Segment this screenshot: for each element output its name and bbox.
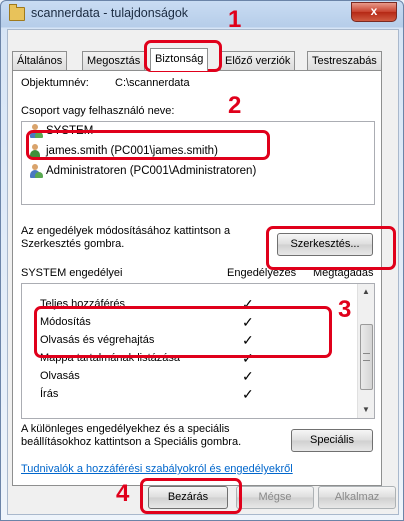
scroll-down-icon[interactable]: ▼ xyxy=(358,402,374,418)
allow-check-icon: ✓ xyxy=(242,296,254,312)
step-1-label: 1 xyxy=(228,6,242,33)
permissions-header: SYSTEM engedélyei xyxy=(21,267,123,279)
dialog-client: Általános Megosztás Biztonság Előző verz… xyxy=(7,29,399,515)
apply-button: Alkalmaz xyxy=(318,486,396,509)
permission-row: Olvasás ✓ xyxy=(40,368,254,384)
step-2-label: 2 xyxy=(228,92,242,119)
allow-check-icon: ✓ xyxy=(242,314,254,330)
tab-general[interactable]: Általános xyxy=(12,51,68,70)
deny-column-header: Megtagadás xyxy=(313,267,374,279)
special-hint-text: A különleges engedélyekhez és a speciáli… xyxy=(21,423,242,448)
tab-sharing[interactable]: Megosztás xyxy=(82,51,146,70)
permission-row: Módosítás ✓ xyxy=(40,314,254,330)
user-list-item-system[interactable]: SYSTEM xyxy=(28,122,93,140)
user-icon xyxy=(28,143,42,158)
allow-check-icon: ✓ xyxy=(242,350,254,366)
title-bar[interactable]: scannerdata - tulajdonságok x xyxy=(1,1,403,27)
object-name-label: Objektumnév: xyxy=(21,77,89,89)
permissions-scrollbar[interactable]: ▲ ▼ xyxy=(357,284,374,418)
security-panel: Objektumnév: C:\scannerdata Csoport vagy… xyxy=(12,70,382,486)
scroll-up-icon[interactable]: ▲ xyxy=(358,284,374,300)
special-button[interactable]: Speciális xyxy=(291,429,373,452)
properties-window: scannerdata - tulajdonságok x Általános … xyxy=(0,0,404,521)
tab-security[interactable]: Biztonság xyxy=(150,48,209,71)
allow-check-icon: ✓ xyxy=(242,332,254,348)
scroll-thumb[interactable] xyxy=(360,324,373,390)
permission-row: Teljes hozzáférés ✓ xyxy=(40,296,254,312)
allow-check-icon: ✓ xyxy=(242,386,254,402)
cancel-button: Mégse xyxy=(236,486,314,509)
edit-hint-text: Az engedélyek módosításához kattintson a… xyxy=(21,225,231,250)
permission-row: Olvasás és végrehajtás ✓ xyxy=(40,332,254,348)
user-list-item-administrators[interactable]: Administratoren (PC001\Administratoren) xyxy=(28,162,256,180)
tab-customize[interactable]: Testreszabás xyxy=(307,51,382,70)
help-link[interactable]: Tudnivalók a hozzáférési szabályokról és… xyxy=(21,463,293,475)
allow-check-icon: ✓ xyxy=(242,368,254,384)
edit-button[interactable]: Szerkesztés... xyxy=(277,233,373,256)
user-list-item-james-smith[interactable]: james.smith (PC001\james.smith) xyxy=(28,142,218,160)
step-4-label: 4 xyxy=(116,480,130,507)
folder-icon xyxy=(9,4,25,21)
close-button[interactable]: Bezárás xyxy=(148,486,228,509)
user-group-list[interactable]: SYSTEM james.smith (PC001\james.smith) A… xyxy=(21,121,375,205)
window-title: scannerdata - tulajdonságok xyxy=(31,6,189,20)
group-list-label: Csoport vagy felhasználó neve: xyxy=(21,105,175,117)
group-icon xyxy=(28,163,43,178)
group-icon xyxy=(28,123,43,138)
close-window-button[interactable]: x xyxy=(351,2,397,22)
allow-column-header: Engedélyezés xyxy=(227,267,297,279)
step-3-label: 3 xyxy=(338,296,352,323)
permission-row: Mappa tartalmának listázása ✓ xyxy=(40,350,254,366)
permissions-list[interactable]: Teljes hozzáférés ✓ Módosítás ✓ Olvasás … xyxy=(21,283,375,419)
object-name-value: C:\scannerdata xyxy=(115,77,190,89)
permission-row: Írás ✓ xyxy=(40,386,254,402)
tab-previous-versions[interactable]: Előző verziók xyxy=(220,51,296,70)
